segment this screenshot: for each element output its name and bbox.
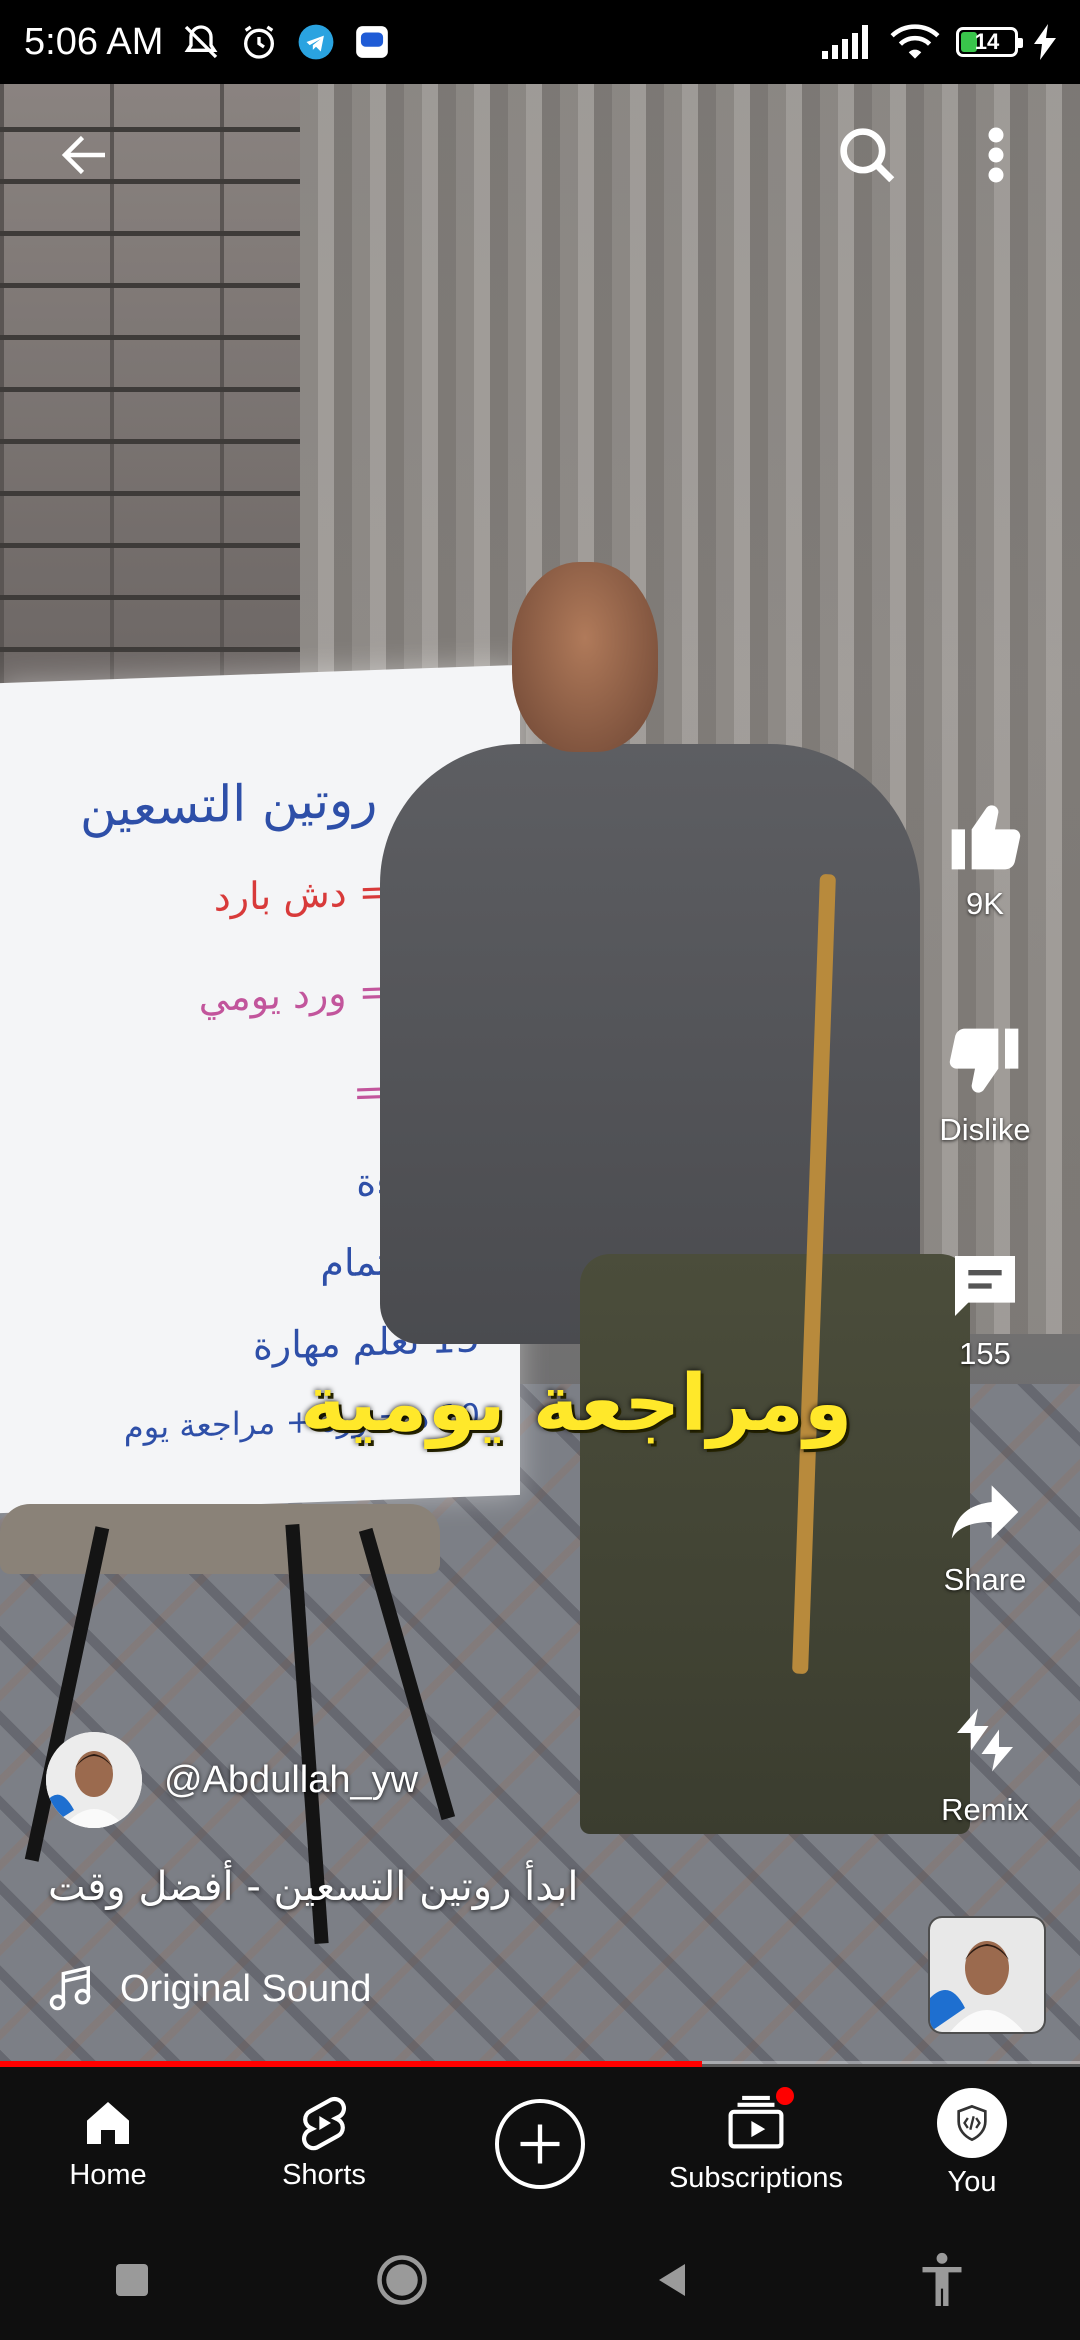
like-count: 9K: [966, 886, 1004, 921]
dislike-label: Dislike: [939, 1112, 1031, 1147]
presenter-head: [512, 562, 658, 752]
plus-icon: [520, 2124, 560, 2163]
search-icon: [840, 128, 895, 183]
sound-label: Original Sound: [120, 1967, 372, 2010]
battery-icon: 14: [956, 27, 1023, 57]
notification-dot: [776, 2086, 794, 2105]
comment-icon: [955, 1256, 1015, 1316]
battery-level: 14: [974, 29, 1000, 54]
nav-subscriptions-label: Subscriptions: [668, 2161, 844, 2194]
avatar[interactable]: [46, 1732, 142, 1828]
search-button[interactable]: [822, 110, 912, 200]
remix-icon: [957, 1708, 1013, 1772]
more-options-button[interactable]: [966, 110, 1026, 200]
nav-create[interactable]: [432, 2098, 648, 2189]
create-button[interactable]: [495, 2098, 585, 2189]
nav-shorts[interactable]: Shorts: [216, 2095, 432, 2192]
comments-button[interactable]: 155: [910, 1246, 1060, 1372]
back-button[interactable]: [40, 110, 130, 200]
comment-count: 155: [959, 1336, 1011, 1371]
share-icon: [951, 1485, 1019, 1539]
shorts-icon: [302, 2096, 346, 2151]
charging-icon: [1034, 24, 1056, 60]
video-caption-overlay: ومراجعة يومية: [300, 1359, 853, 1449]
thumbs-down-icon: [949, 1028, 1019, 1093]
channel-handle[interactable]: @Abdullah_yw: [164, 1759, 418, 1802]
code-shield-icon: [957, 2104, 987, 2142]
dislike-button[interactable]: Dislike: [910, 1022, 1060, 1148]
system-navigation-bar: [0, 2220, 1080, 2340]
share-label: Share: [943, 1562, 1027, 1597]
chat-app-icon: [353, 23, 391, 61]
wifi-icon: [890, 23, 940, 61]
avatar-portrait-icon: [46, 1732, 142, 1828]
thumbs-up-icon: [951, 805, 1021, 870]
music-note-icon: [49, 1965, 91, 2011]
remix-label: Remix: [941, 1792, 1029, 1827]
video-title[interactable]: ابدأ روتين التسعين - أفضل وقت: [48, 1864, 578, 1910]
sound-source-thumbnail[interactable]: [928, 1916, 1046, 2034]
status-time: 5:06 AM: [24, 20, 164, 63]
sound-link[interactable]: Original Sound: [48, 1964, 371, 2014]
back-triangle-icon[interactable]: [653, 2260, 693, 2300]
whiteboard-title: روتين التسعين: [80, 769, 378, 839]
nav-shorts-label: Shorts: [282, 2159, 366, 2191]
subscriptions-icon-wrap: [726, 2086, 794, 2154]
nav-home[interactable]: Home: [0, 2095, 216, 2192]
nav-subscriptions[interactable]: Subscriptions: [648, 2086, 864, 2195]
alarm-icon: [239, 22, 279, 62]
nav-home-label: Home: [69, 2159, 147, 2191]
like-button[interactable]: 9K: [910, 796, 1060, 922]
recents-icon[interactable]: [112, 2260, 152, 2300]
bottom-navigation: Home Shorts Subscriptions You: [0, 2067, 1080, 2220]
channel-row[interactable]: @Abdullah_yw: [46, 1732, 418, 1828]
home-icon: [87, 2102, 129, 2144]
telegram-icon: [297, 23, 335, 61]
share-button[interactable]: Share: [910, 1472, 1060, 1598]
remix-button[interactable]: Remix: [910, 1698, 1060, 1828]
nav-you-label: You: [947, 2166, 997, 2198]
status-bar: 5:06 AM 14: [0, 0, 1080, 84]
more-vert-icon: [988, 127, 1004, 183]
home-circle-icon[interactable]: [375, 2253, 429, 2307]
nav-you[interactable]: You: [864, 2088, 1080, 2199]
accessibility-icon[interactable]: [916, 2251, 968, 2309]
channel-portrait-icon: [930, 1918, 1044, 2032]
signal-icon: [822, 25, 874, 59]
bell-off-icon: [181, 22, 221, 62]
arrow-left-icon: [61, 135, 105, 175]
you-avatar: [937, 2088, 1007, 2158]
